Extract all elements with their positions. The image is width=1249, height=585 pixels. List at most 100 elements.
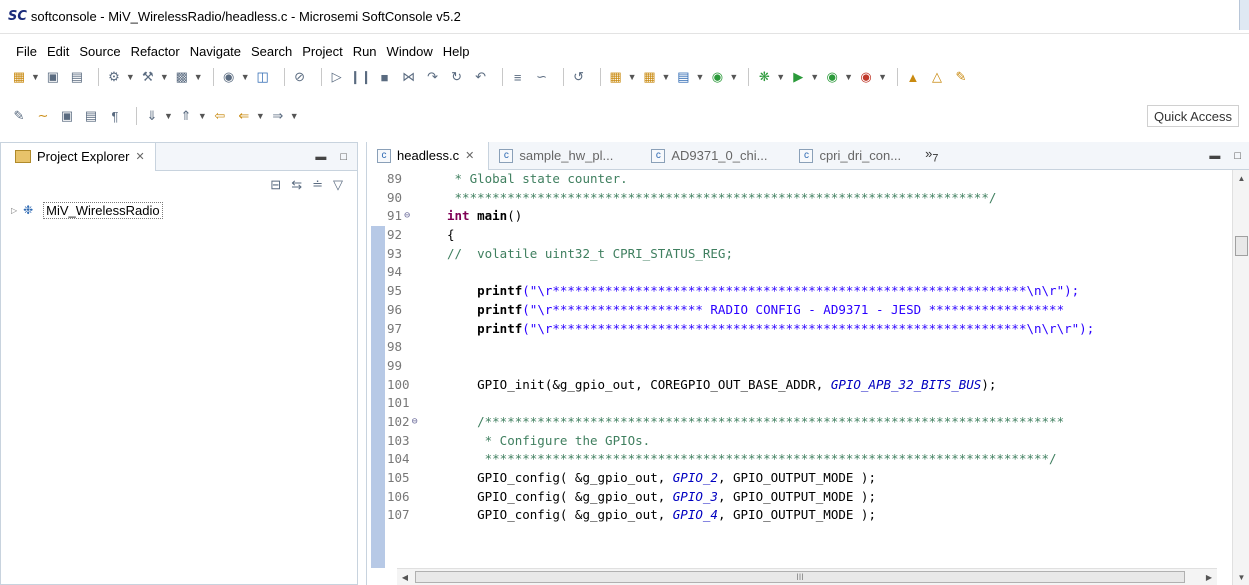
external-tools-icon[interactable]: ◉ [857, 68, 875, 86]
fold-minus-icon[interactable]: ⊖ [412, 413, 418, 432]
expand-arrow-icon[interactable]: ▷ [11, 206, 17, 215]
skip-breakpoints-icon[interactable]: ⊘ [291, 68, 309, 86]
filter-icon[interactable]: ≐ [312, 177, 323, 193]
maximize-icon[interactable]: □ [340, 151, 347, 163]
show-whitespace-icon[interactable]: ▤ [82, 107, 100, 125]
new-source-folder-dropdown-icon[interactable]: ▼ [662, 72, 671, 82]
close-icon[interactable]: ✕ [465, 149, 474, 162]
scroll-left-icon[interactable]: ◀ [397, 569, 413, 585]
quick-access-field[interactable]: Quick Access [1146, 105, 1239, 127]
run-icon[interactable]: ▶ [789, 68, 807, 86]
back-dropdown-icon[interactable]: ▼ [256, 111, 265, 121]
collapse-all-icon[interactable]: ⊟ [270, 177, 281, 193]
terminate-icon[interactable]: ■ [376, 68, 394, 86]
next-annotation-dropdown-icon[interactable]: ▼ [164, 111, 173, 121]
build-dropdown-icon[interactable]: ▼ [160, 72, 169, 82]
line-number: 98 [387, 339, 403, 355]
menu-window[interactable]: Window [387, 44, 433, 59]
next-annotation-icon[interactable]: ⇓ [143, 107, 161, 125]
open-element-icon[interactable]: △ [928, 68, 946, 86]
new-source-file-icon[interactable]: ▤ [674, 68, 692, 86]
new-class-icon[interactable]: ◉ [708, 68, 726, 86]
open-type-icon[interactable]: ▲ [904, 68, 922, 86]
debug-icon[interactable]: ❋ [755, 68, 773, 86]
paragraph-icon[interactable]: ¶ [106, 107, 124, 125]
debug-config-icon[interactable]: ⚙ [105, 68, 123, 86]
refresh-icon[interactable]: ↺ [570, 68, 588, 86]
fold-minus-icon[interactable]: ⊖ [404, 207, 410, 226]
line-number: 94 [387, 264, 403, 280]
minimize-icon[interactable]: ▬ [315, 151, 326, 163]
new-dropdown-icon[interactable]: ▼ [31, 72, 40, 82]
disconnect-icon[interactable]: ⋈ [400, 68, 418, 86]
last-edit-icon[interactable]: ⇦ [211, 107, 229, 125]
console-icon[interactable]: ◫ [254, 68, 272, 86]
toggle-highlight-icon[interactable]: ∼ [34, 107, 52, 125]
scroll-down-icon[interactable]: ▼ [1233, 569, 1249, 585]
step-over-icon[interactable]: ↻ [448, 68, 466, 86]
back-icon[interactable]: ⇐ [235, 107, 253, 125]
run-dropdown-icon[interactable]: ▼ [810, 72, 819, 82]
mark-occurrences-icon[interactable]: ✎ [10, 107, 28, 125]
menu-refactor[interactable]: Refactor [131, 44, 180, 59]
debug-config-dropdown-icon[interactable]: ▼ [126, 72, 135, 82]
target-dropdown-icon[interactable]: ▼ [241, 72, 250, 82]
tab-sample-hw-platform[interactable]: c sample_hw_pl... [489, 142, 627, 170]
toolbar-separator [896, 68, 898, 86]
forward-icon[interactable]: ⇒ [269, 107, 287, 125]
new-icon[interactable]: ▦ [10, 68, 28, 86]
link-editor-icon[interactable]: ⇆ [291, 177, 302, 193]
save-all-icon[interactable]: ▤ [68, 68, 86, 86]
drop-frame-icon[interactable]: ∽ [533, 68, 551, 86]
debug-dropdown-icon[interactable]: ▼ [776, 72, 785, 82]
target-icon[interactable]: ◉ [220, 68, 238, 86]
resume-icon[interactable]: ▷ [328, 68, 346, 86]
pencil-icon[interactable]: ✎ [952, 68, 970, 86]
block-selection-icon[interactable]: ▣ [58, 107, 76, 125]
external-tools-dropdown-icon[interactable]: ▼ [878, 72, 887, 82]
forward-dropdown-icon[interactable]: ▼ [290, 111, 299, 121]
menu-file[interactable]: File [16, 44, 37, 59]
horizontal-scrollbar[interactable]: ◀ III ▶ [397, 568, 1217, 585]
menu-source[interactable]: Source [79, 44, 120, 59]
scroll-right-icon[interactable]: ▶ [1201, 569, 1217, 585]
new-c-project-icon[interactable]: ▦ [607, 68, 625, 86]
vertical-scrollbar[interactable]: ▲ ▼ [1232, 170, 1249, 585]
tree-item-project[interactable]: ▷ ❉ MiV_WirelessRadio [1, 199, 357, 221]
menu-navigate[interactable]: Navigate [190, 44, 241, 59]
tab-headless-c[interactable]: c headless.c ✕ [367, 141, 490, 170]
tab-project-explorer[interactable]: Project Explorer ✕ [1, 142, 156, 171]
vertical-scroll-thumb[interactable] [1235, 236, 1248, 256]
binary-icon[interactable]: ▩ [173, 68, 191, 86]
maximize-icon[interactable]: □ [1234, 150, 1241, 162]
tab-cpri-dri-config[interactable]: c cpri_dri_con... [781, 142, 915, 170]
build-icon[interactable]: ⚒ [139, 68, 157, 86]
close-icon[interactable]: ✕ [135, 150, 144, 163]
prev-annotation-dropdown-icon[interactable]: ▼ [198, 111, 207, 121]
instruction-step-icon[interactable]: ≡ [509, 68, 527, 86]
minimize-icon[interactable]: ▬ [1209, 150, 1220, 162]
menu-run[interactable]: Run [353, 44, 377, 59]
step-return-icon[interactable]: ↶ [472, 68, 490, 86]
new-source-file-dropdown-icon[interactable]: ▼ [695, 72, 704, 82]
new-source-folder-icon[interactable]: ▦ [641, 68, 659, 86]
code-editor[interactable]: 89 90 91 ⊖ 92 93 94 95 96 97 98 99 100 10… [367, 170, 1233, 568]
tab-overflow-button[interactable]: »7 [925, 146, 938, 165]
menu-search[interactable]: Search [251, 44, 292, 59]
scroll-up-icon[interactable]: ▲ [1233, 170, 1249, 186]
step-into-icon[interactable]: ↷ [424, 68, 442, 86]
coverage-icon[interactable]: ◉ [823, 68, 841, 86]
suspend-icon[interactable]: ❙❙ [350, 68, 372, 86]
coverage-dropdown-icon[interactable]: ▼ [844, 72, 853, 82]
view-menu-icon[interactable]: ▽ [333, 177, 343, 193]
new-class-dropdown-icon[interactable]: ▼ [729, 72, 738, 82]
new-c-project-dropdown-icon[interactable]: ▼ [628, 72, 637, 82]
binary-dropdown-icon[interactable]: ▼ [194, 72, 203, 82]
prev-annotation-icon[interactable]: ⇑ [177, 107, 195, 125]
save-icon[interactable]: ▣ [44, 68, 62, 86]
menu-edit[interactable]: Edit [47, 44, 69, 59]
menu-help[interactable]: Help [443, 44, 470, 59]
menu-project[interactable]: Project [302, 44, 342, 59]
tab-ad9371-chip[interactable]: c AD9371_0_chi... [627, 142, 781, 170]
horizontal-scroll-thumb[interactable]: III [415, 571, 1185, 583]
